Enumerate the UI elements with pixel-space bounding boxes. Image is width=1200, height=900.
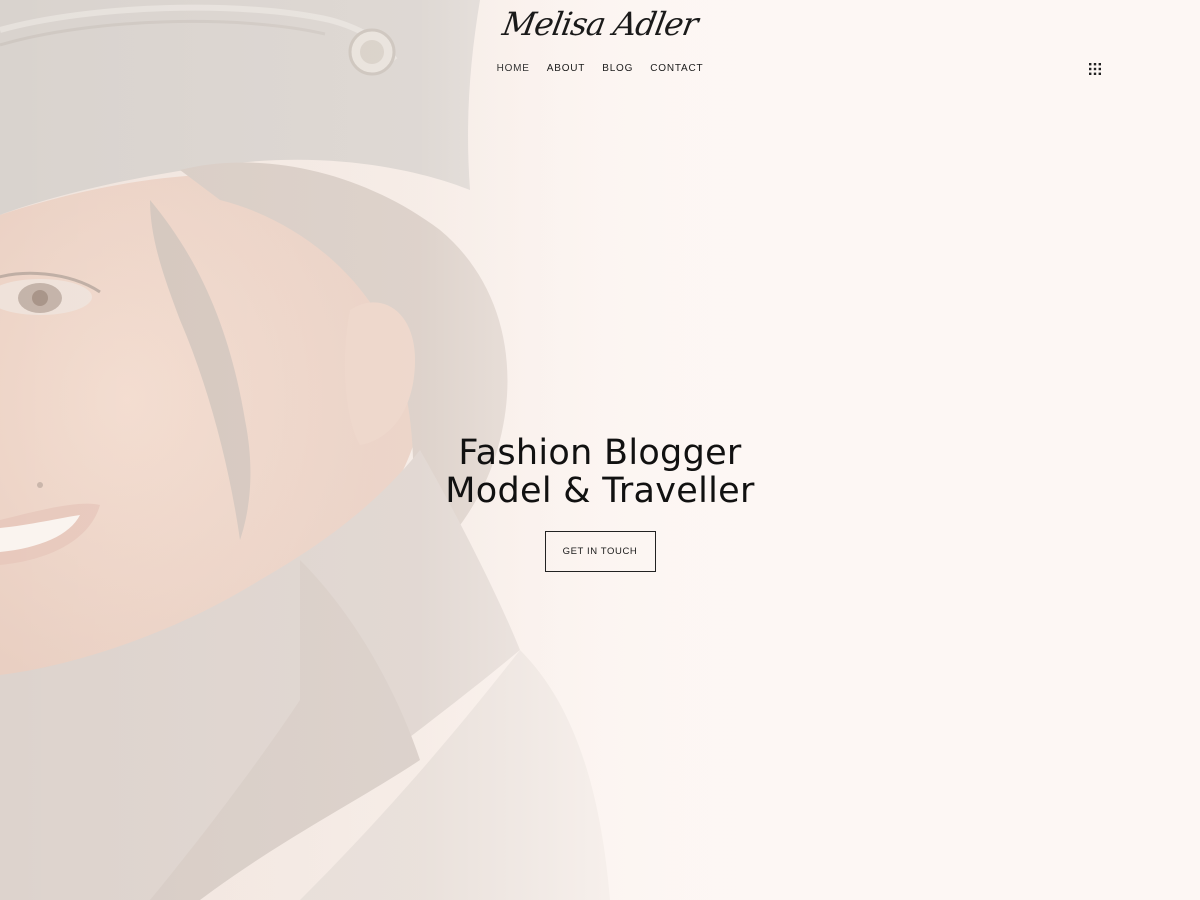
nav-item-blog[interactable]: BLOG bbox=[602, 61, 633, 79]
site-header: Melisa Adler HOME ABOUT BLOG CONTACT bbox=[0, 0, 1200, 100]
nav-item-home[interactable]: HOME bbox=[497, 61, 530, 79]
hero-headline-line-2: Model & Traveller bbox=[445, 471, 755, 511]
get-in-touch-button[interactable]: GET IN TOUCH bbox=[544, 531, 656, 572]
page: Melisa Adler HOME ABOUT BLOG CONTACT Fas… bbox=[0, 0, 1200, 900]
hero-headline-line-1: Fashion Blogger bbox=[458, 433, 742, 473]
hero-section: Fashion Blogger Model & Traveller GET IN… bbox=[0, 434, 1200, 572]
grid-dots-icon[interactable] bbox=[1089, 63, 1101, 75]
site-logo[interactable]: Melisa Adler bbox=[496, 2, 704, 46]
main-nav: HOME ABOUT BLOG CONTACT bbox=[0, 61, 1200, 79]
nav-item-contact[interactable]: CONTACT bbox=[650, 61, 703, 79]
nav-item-about[interactable]: ABOUT bbox=[547, 61, 585, 79]
